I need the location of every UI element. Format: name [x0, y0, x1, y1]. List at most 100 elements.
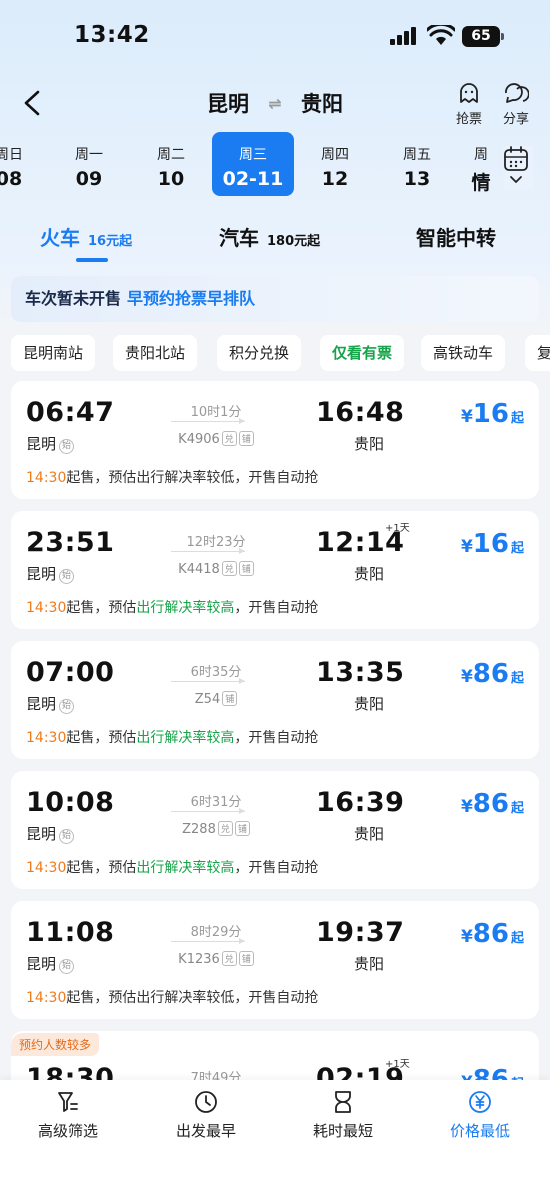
train-card[interactable]: 10:08 昆明始 6时31分 Z288 兑铺 16:39 贵阳 ¥86 起 14:… [11, 771, 539, 889]
badge: 兑 [221, 561, 237, 576]
price: ¥86起 [460, 919, 524, 949]
shortest-duration-button[interactable]: 耗时最短 [288, 1090, 398, 1141]
calendar-icon [504, 146, 528, 183]
status-bar: 13:42 65 [0, 0, 550, 70]
chip-guiyang-north[interactable]: 贵阳北站 [113, 335, 198, 371]
route-arrow [171, 548, 245, 554]
battery-icon: 65 [462, 26, 504, 47]
date-item[interactable]: 周日 08 [0, 132, 50, 196]
duration: 8时29分 [190, 925, 242, 940]
arrival-station: 贵阳 [354, 435, 385, 453]
departure-station: 昆明始 [26, 563, 75, 584]
active-tab-indicator [76, 258, 108, 262]
badge: 兑 [221, 431, 237, 446]
badge: 铺 [222, 691, 238, 706]
arrival-time: 13:35 [316, 657, 405, 688]
filter-icon [58, 1092, 78, 1112]
departure-station: 昆明始 [26, 433, 75, 454]
date-item-selected[interactable]: 周三 02-11 [212, 132, 294, 196]
duration: 10时1分 [190, 405, 242, 420]
date-item[interactable]: 周四 12 [294, 132, 376, 196]
train-card[interactable]: 11:08 昆明始 8时29分 K1236 兑铺 19:37 贵阳 ¥86 起 14… [11, 901, 539, 1019]
arrival-station: 贵阳 [354, 955, 385, 973]
grab-ticket-icon [460, 83, 478, 103]
duration: 6时31分 [190, 795, 242, 810]
advanced-filter-button[interactable]: 高级筛选 [13, 1090, 123, 1141]
train-card[interactable]: 07:00 昆明始 6时35分 Z54 铺 13:35 贵阳 ¥86 起 14:30… [11, 641, 539, 759]
departure-station: 昆明始 [26, 823, 75, 844]
train-number: K4906 兑铺 [161, 431, 271, 447]
sale-note: 14:30起售，预估出行解决率较高，开售自动抢 [26, 730, 319, 746]
chip-kunming-south[interactable]: 昆明南站 [11, 335, 96, 371]
hourglass-icon [335, 1091, 351, 1113]
origin-tag: 始 [59, 699, 75, 714]
train-number: Z54 铺 [161, 691, 271, 707]
departure-time: 10:08 [26, 787, 115, 818]
grab-ticket-label: 抢票 [455, 112, 482, 127]
departure-time: 07:00 [26, 657, 115, 688]
origin-tag: 始 [59, 439, 75, 454]
date-item[interactable]: 周二 10 [130, 132, 212, 196]
price: ¥16 起 [460, 529, 524, 559]
to-city[interactable]: 贵阳 [301, 92, 343, 116]
departure-time: 11:08 [26, 917, 115, 948]
origin-tag: 始 [59, 569, 75, 584]
chip-points-exchange[interactable]: 积分兑换 [217, 335, 302, 371]
tab-bus[interactable]: 汽车 180元起 [219, 222, 320, 251]
from-city[interactable]: 昆明 [207, 92, 249, 116]
wifi-icon [427, 25, 455, 45]
departure-time: 06:47 [26, 397, 115, 428]
train-card[interactable]: 23:51 昆明始 12时23分 K4418 兑铺 12:14 +1天 贵阳 ¥1… [11, 511, 539, 629]
notice-highlight: 早预约抢票早排队 [127, 289, 256, 308]
route-arrow [171, 938, 245, 944]
share-label: 分享 [502, 112, 529, 127]
presale-notice-banner[interactable]: 车次暂未开售 早预约抢票早排队 [11, 276, 539, 322]
sale-note: 14:30起售，预估出行解决率较高，开售自动抢 [26, 860, 319, 876]
chip-high-speed[interactable]: 高铁动车 [421, 335, 506, 371]
departure-station: 昆明始 [26, 953, 75, 974]
badge: 铺 [234, 821, 250, 836]
share-button[interactable]: 分享 [496, 82, 536, 127]
origin-tag: 始 [59, 829, 75, 844]
train-number: K4418 兑铺 [161, 561, 271, 577]
next-day-mark: +1天 [385, 523, 410, 534]
route-arrow [171, 418, 245, 424]
train-card[interactable]: 06:47 昆明始 10时1分 K4906 兑铺 16:48 贵阳 ¥16 起 14… [11, 381, 539, 499]
train-number: Z288 兑铺 [161, 821, 271, 837]
lowest-price-button[interactable]: 价格最低 [425, 1090, 535, 1141]
calendar-button[interactable] [503, 146, 533, 190]
price: ¥86起 [460, 789, 524, 819]
yen-icon [469, 1091, 491, 1113]
transport-tabs: 火车 16元起 汽车 180元起 智能中转 [0, 218, 550, 264]
route-arrow [171, 808, 245, 814]
signal-icon [390, 27, 416, 45]
tab-smart-transfer[interactable]: 智能中转 [416, 222, 496, 251]
route-header: 昆明 ⇌ 贵阳 抢票 分享 [0, 78, 550, 130]
origin-tag: 始 [59, 959, 75, 974]
arrival-station: 贵阳 [354, 565, 385, 583]
share-icon [505, 83, 529, 103]
price: ¥16 起 [460, 399, 524, 429]
train-number: K1236 兑铺 [161, 951, 271, 967]
price: ¥86起 [460, 659, 524, 689]
sale-note: 14:30起售，预估出行解决率较低，开售自动抢 [26, 470, 319, 486]
tab-train[interactable]: 火车 16元起 [40, 222, 132, 251]
earliest-departure-button[interactable]: 出发最早 [151, 1090, 261, 1141]
notice-text: 车次暂未开售 [25, 289, 122, 308]
swap-icon[interactable]: ⇌ [268, 94, 281, 113]
chip-only-available[interactable]: 仅看有票 [320, 335, 405, 371]
badge: 兑 [221, 951, 237, 966]
arrival-time: 16:39 [316, 787, 405, 818]
sort-bar: 高级筛选 出发最早 耗时最短 价格最低 [0, 1080, 550, 1192]
sale-note: 14:30起售，预估出行解决率较高，开售自动抢 [26, 600, 319, 616]
badge: 铺 [238, 951, 254, 966]
sale-note: 14:30起售，预估出行解决率较低，开售自动抢 [26, 990, 319, 1006]
departure-station: 昆明始 [26, 693, 75, 714]
filter-chips: 昆明南站 贵阳北站 积分兑换 仅看有票 高铁动车 复 [0, 335, 550, 371]
date-item[interactable]: 周一 09 [48, 132, 130, 196]
grab-ticket-button[interactable]: 抢票 [449, 82, 489, 127]
chip-more[interactable]: 复 [525, 335, 550, 371]
next-day-mark: +1天 [385, 1059, 410, 1070]
arrival-time: 16:48 [316, 397, 405, 428]
departure-time: 23:51 [26, 527, 115, 558]
